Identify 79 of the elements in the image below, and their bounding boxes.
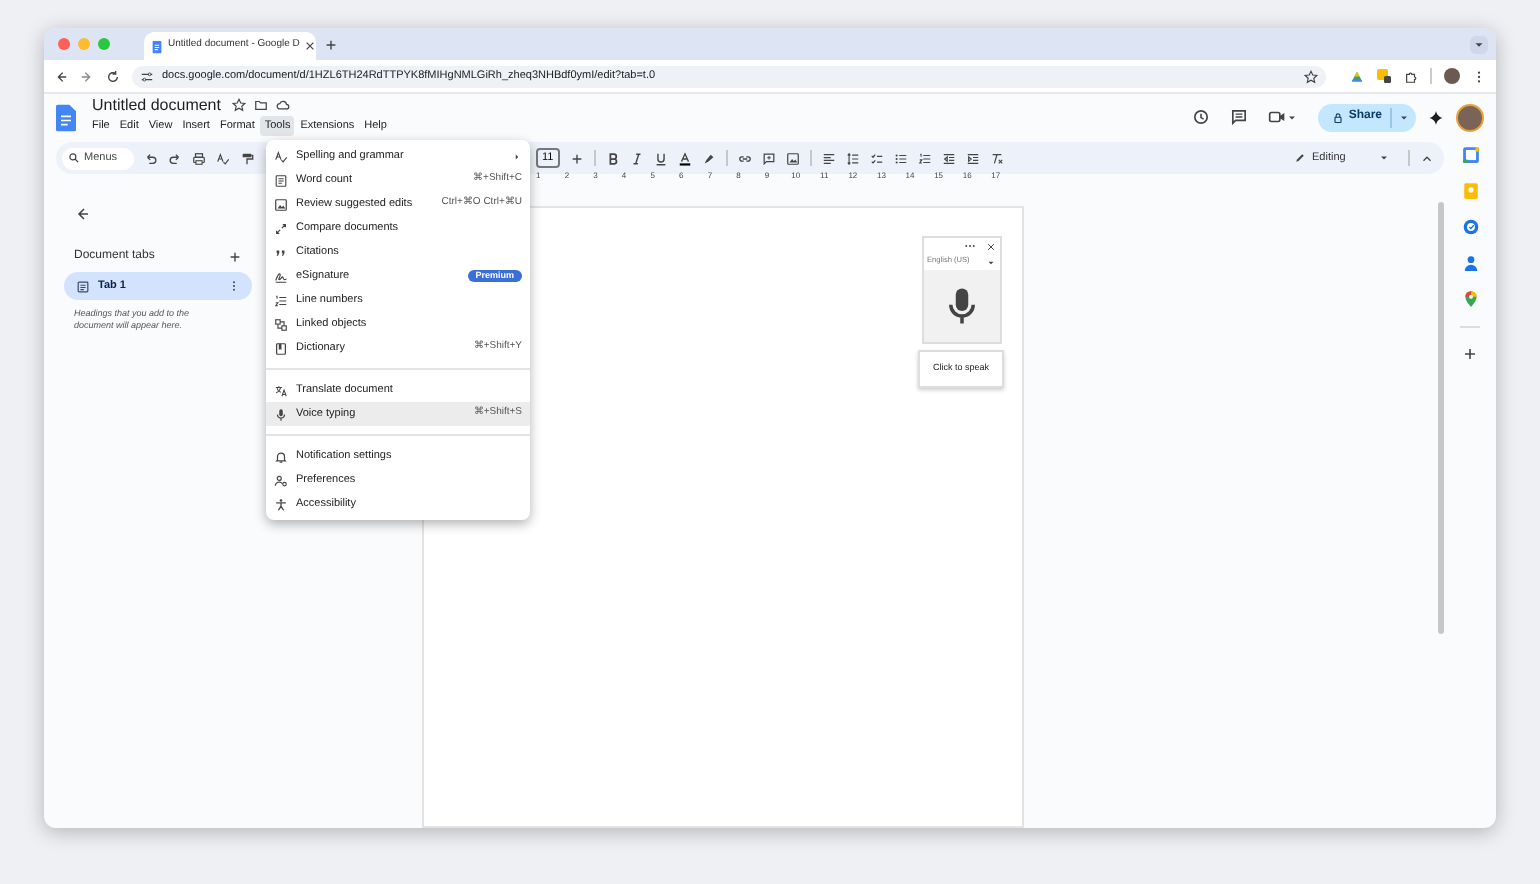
- link-icon[interactable]: [737, 151, 752, 165]
- caret-icon: [1398, 111, 1410, 123]
- bookmark-star-icon[interactable]: [1304, 69, 1318, 83]
- forward-icon[interactable]: [80, 69, 94, 83]
- comment-icon[interactable]: [1230, 108, 1249, 126]
- document-icon: [274, 173, 288, 187]
- new-tab-icon[interactable]: [324, 37, 338, 51]
- person-icon[interactable]: [1461, 254, 1479, 272]
- numbered-list-icon[interactable]: [917, 151, 932, 165]
- tab-icon: [76, 279, 90, 293]
- accessibility-icon: [274, 497, 288, 511]
- spellcheck-icon: [274, 149, 288, 163]
- extension-icon[interactable]: [1376, 68, 1392, 84]
- book-icon: [274, 341, 288, 355]
- reload-icon[interactable]: [106, 69, 120, 83]
- text-color-icon[interactable]: [677, 151, 692, 165]
- site-settings-icon[interactable]: [140, 69, 154, 83]
- quote-icon: [274, 245, 288, 259]
- linked-objects-icon: [274, 317, 288, 331]
- tasks-icon[interactable]: [1461, 218, 1479, 236]
- document-title[interactable]: Untitled document: [92, 97, 221, 114]
- numbered-list-icon: [274, 293, 288, 307]
- pencil-icon: [1294, 152, 1306, 164]
- collapse-icon[interactable]: [1420, 151, 1434, 165]
- puzzle-icon[interactable]: [1404, 69, 1418, 83]
- decrease-indent-icon[interactable]: [941, 151, 956, 165]
- print-icon[interactable]: [192, 151, 206, 165]
- clear-formatting-icon[interactable]: [989, 151, 1004, 165]
- paint-format-icon[interactable]: [240, 151, 254, 165]
- highlighter-icon[interactable]: [701, 151, 716, 165]
- caret-icon: [1286, 111, 1299, 123]
- close-icon[interactable]: [985, 241, 995, 251]
- scrollbar[interactable]: [1438, 202, 1444, 634]
- caret-icon: [1472, 37, 1486, 51]
- bold-icon[interactable]: [605, 151, 620, 165]
- lock-icon: [1332, 111, 1345, 123]
- profile-avatar[interactable]: [1444, 68, 1460, 84]
- line-spacing-icon[interactable]: [845, 151, 860, 165]
- docs-logo[interactable]: [56, 103, 76, 131]
- history-icon[interactable]: [1192, 108, 1211, 126]
- folder-icon[interactable]: [254, 98, 269, 113]
- microphone-icon: [274, 407, 288, 421]
- translate-icon: [274, 383, 288, 397]
- document-icon: [150, 39, 164, 53]
- triangle-icon[interactable]: [1350, 69, 1364, 83]
- people-icon: [274, 473, 288, 487]
- cloud-icon[interactable]: [276, 98, 291, 113]
- redo-icon[interactable]: [168, 151, 182, 165]
- align-icon[interactable]: [821, 151, 836, 165]
- add-icon[interactable]: [1462, 346, 1478, 362]
- search-icon: [68, 152, 80, 164]
- close-icon[interactable]: [303, 40, 316, 52]
- back-arrow-icon[interactable]: [74, 206, 90, 222]
- calendar-icon[interactable]: [1461, 146, 1479, 164]
- compare-icon: [274, 221, 288, 235]
- undo-icon[interactable]: [144, 151, 158, 165]
- back-icon[interactable]: [54, 69, 68, 83]
- bulleted-list-icon[interactable]: [893, 151, 908, 165]
- account-avatar[interactable]: [1456, 103, 1484, 131]
- add-comment-icon[interactable]: [761, 151, 776, 165]
- italic-icon[interactable]: [629, 151, 644, 165]
- video-icon: [1268, 108, 1287, 126]
- spellcheck-icon[interactable]: [216, 151, 230, 165]
- add-tab-icon[interactable]: [228, 250, 242, 264]
- image-icon: [274, 197, 288, 211]
- image-icon[interactable]: [785, 151, 800, 165]
- gemini-icon[interactable]: [1428, 109, 1444, 125]
- checklist-icon[interactable]: [869, 151, 884, 165]
- underline-icon[interactable]: [653, 151, 668, 165]
- more-icon[interactable]: [1472, 69, 1486, 83]
- map-pin-icon[interactable]: [1461, 290, 1479, 308]
- meet-button[interactable]: [1268, 108, 1299, 126]
- bell-icon: [274, 449, 288, 463]
- increase-indent-icon[interactable]: [965, 151, 980, 165]
- star-icon[interactable]: [232, 98, 247, 113]
- caret-icon: [1378, 152, 1390, 164]
- tab-list-button[interactable]: [1470, 35, 1488, 53]
- signature-icon: [274, 269, 288, 283]
- increase-size-icon[interactable]: [569, 151, 584, 165]
